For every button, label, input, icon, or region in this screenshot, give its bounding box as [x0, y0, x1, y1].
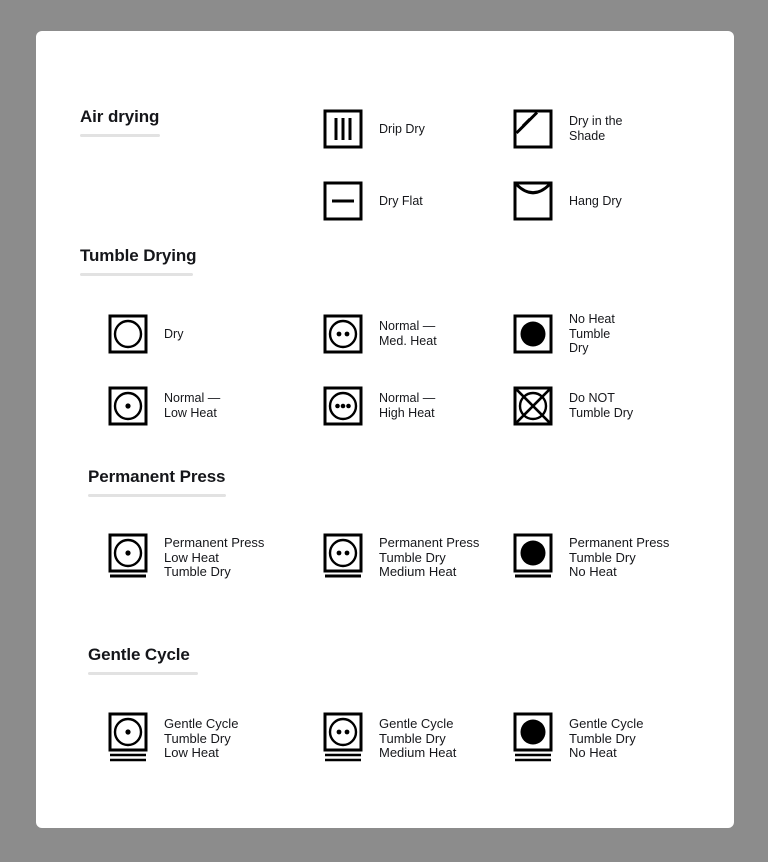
square-arc-icon — [511, 179, 557, 223]
symbol-label: Dry Flat — [379, 193, 423, 208]
square-circle-one-dot-one-bar-icon — [106, 533, 152, 583]
square-three-vertical-lines-icon — [321, 107, 367, 151]
section-heading-tumble-drying: Tumble Drying — [80, 246, 197, 265]
square-filled-circle-icon — [511, 312, 557, 356]
symbol-label: Hang Dry — [569, 193, 622, 208]
square-circle-one-dot-icon — [106, 384, 152, 428]
symbol-item-hang-dry: Hang Dry — [511, 179, 622, 223]
square-diagonal-lines-corner-icon — [511, 107, 557, 151]
symbol-label: Gentle Cycle Tumble Dry Low Heat — [164, 716, 239, 761]
symbol-label: No Heat Tumble Dry — [569, 312, 615, 356]
square-circle-cross-icon — [511, 384, 557, 428]
section-rule-tumble-drying — [80, 273, 193, 276]
symbol-item-tumble-dry: Dry — [106, 312, 183, 356]
care-symbols-card: Air drying Drip Dry Dry in the Shade Dry… — [36, 31, 734, 828]
square-circle-two-dots-one-bar-icon — [321, 533, 367, 583]
symbol-item-gc-no-heat: Gentle Cycle Tumble Dry No Heat — [511, 712, 643, 766]
symbol-item-dry-flat: Dry Flat — [321, 179, 423, 223]
symbol-label: Drip Dry — [379, 121, 425, 136]
symbol-item-pp-medium-heat: Permanent Press Tumble Dry Medium Heat — [321, 533, 479, 583]
symbol-item-dry-in-shade: Dry in the Shade — [511, 107, 623, 151]
section-heading-air-drying: Air drying — [80, 107, 160, 126]
square-filled-circle-one-bar-icon — [511, 533, 557, 583]
section-heading-gentle-cycle: Gentle Cycle — [88, 645, 190, 664]
square-circle-two-dots-two-bars-icon — [321, 712, 367, 766]
symbol-item-do-not-tumble-dry: Do NOT Tumble Dry — [511, 384, 633, 428]
square-circle-three-dots-icon — [321, 384, 367, 428]
symbol-label: Permanent Press Tumble Dry Medium Heat — [379, 535, 480, 580]
symbol-label: Normal — High Heat — [379, 391, 436, 420]
square-circle-two-dots-icon — [321, 312, 367, 356]
section-rule-air-drying — [80, 134, 160, 137]
symbol-label: Permanent Press Tumble Dry No Heat — [569, 535, 670, 580]
square-circle-one-dot-two-bars-icon — [106, 712, 152, 766]
symbol-item-gc-medium-heat: Gentle Cycle Tumble Dry Medium Heat — [321, 712, 456, 766]
symbol-label: Dry in the Shade — [569, 114, 623, 143]
symbol-label: Dry — [164, 326, 184, 341]
symbol-label: Do NOT Tumble Dry — [569, 391, 634, 420]
symbol-item-drip-dry: Drip Dry — [321, 107, 425, 151]
square-circle-icon — [106, 312, 152, 356]
symbol-label: Normal — Med. Heat — [379, 319, 437, 348]
section-heading-permanent-press: Permanent Press — [88, 467, 226, 486]
square-filled-circle-two-bars-icon — [511, 712, 557, 766]
symbol-item-gc-low-heat: Gentle Cycle Tumble Dry Low Heat — [106, 712, 238, 766]
symbol-item-normal-low-heat: Normal — Low Heat — [106, 384, 220, 428]
square-horizontal-line-icon — [321, 179, 367, 223]
symbol-item-normal-med-heat: Normal — Med. Heat — [321, 312, 437, 356]
symbol-item-pp-low-heat: Permanent Press Low Heat Tumble Dry — [106, 533, 264, 583]
symbol-label: Normal — Low Heat — [164, 391, 221, 420]
symbol-item-normal-high-heat: Normal — High Heat — [321, 384, 435, 428]
symbol-item-pp-no-heat: Permanent Press Tumble Dry No Heat — [511, 533, 669, 583]
symbol-item-no-heat-tumble-dry: No Heat Tumble Dry — [511, 312, 615, 356]
symbol-label: Gentle Cycle Tumble Dry Medium Heat — [379, 716, 457, 761]
section-rule-gentle-cycle — [88, 672, 198, 675]
section-rule-permanent-press — [88, 494, 226, 497]
symbol-label: Permanent Press Low Heat Tumble Dry — [164, 535, 265, 580]
symbol-label: Gentle Cycle Tumble Dry No Heat — [569, 716, 644, 761]
